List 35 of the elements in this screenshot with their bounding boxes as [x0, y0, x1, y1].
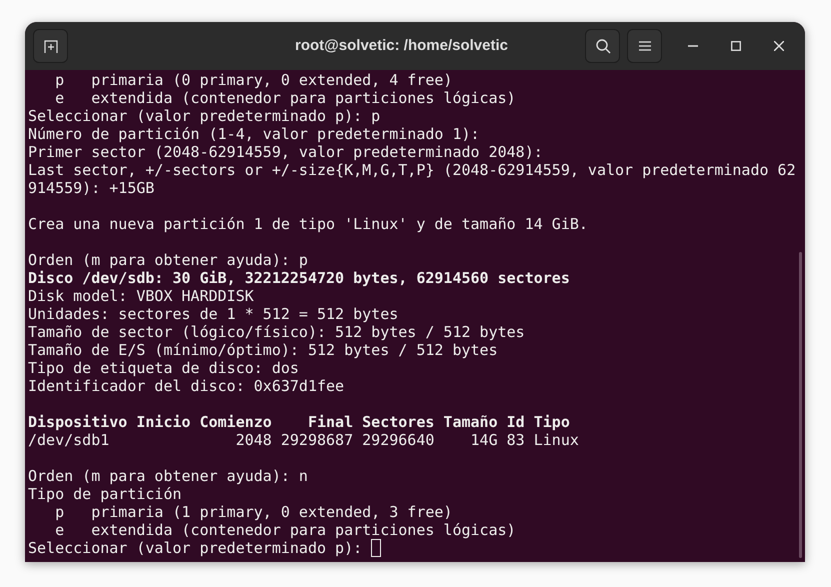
text-cursor — [371, 539, 382, 557]
terminal-line: p primaria (1 primary, 0 extended, 3 free) — [54, 503, 452, 521]
minimize-icon — [688, 45, 698, 47]
terminal-line: e extendida (contenedor para particiones lógicas) — [54, 521, 516, 539]
terminal-line: Disco /dev/sdb: 30 GiB, 32212254720 bytes, 62914560 sectores — [28, 269, 570, 287]
window-title: root@solvetic: /home/solvetic — [294, 36, 508, 56]
menu-button[interactable] — [627, 29, 662, 63]
terminal-line: e extendida (contenedor para particiones lógicas) — [54, 89, 516, 107]
maximize-icon — [731, 41, 741, 51]
terminal-line: Last sector, +/-sectors or +/-size{K,M,G,T,P} (2048-62914559, valor predeterminado 62 — [28, 161, 796, 179]
scrollbar-thumb[interactable] — [798, 252, 802, 558]
terminal-line: p primaria (0 primary, 0 extended, 4 free) — [54, 71, 452, 89]
search-button[interactable] — [585, 29, 620, 63]
terminal-line: Orden (m para obtener ayuda): p — [28, 251, 308, 269]
terminal-line: Unidades: sectores de 1 * 512 = 512 bytes — [28, 305, 398, 323]
terminal-line: Número de partición (1-4, valor predeterminado 1): — [28, 125, 480, 143]
terminal-line: Orden (m para obtener ayuda): n — [28, 467, 308, 485]
terminal-line: 914559): +15GB — [28, 179, 154, 197]
terminal-line: Seleccionar (valor predeterminado p): p — [28, 107, 380, 125]
search-icon — [594, 38, 610, 54]
close-icon — [774, 41, 784, 51]
menu-icon — [638, 41, 650, 51]
terminal-line: Identificador del disco: 0x637d1fee — [28, 377, 344, 395]
terminal-line: Crea una nueva partición 1 de tipo 'Linux' y de tamaño 14 GiB. — [28, 215, 588, 233]
new-tab-icon — [42, 38, 58, 54]
terminal-line: Tipo de partición — [28, 485, 182, 503]
terminal-line: /dev/sdb1 2048 29298687 29296640 14G 83 Linux — [28, 431, 579, 449]
terminal-line: Seleccionar (valor predeterminado p): — [28, 539, 364, 557]
terminal-line: Dispositivo Inicio Comienzo Final Sectores Tamaño Id Tipo — [28, 413, 570, 431]
terminal-line: Primer sector (2048-62914559, valor predeterminado 2048): — [28, 143, 543, 161]
new-tab-button[interactable] — [33, 29, 68, 63]
terminal-line: Tamaño de E/S (mínimo/óptimo): 512 bytes / 512 bytes — [28, 341, 498, 359]
terminal-line: Disk model: VBOX HARDDISK — [28, 287, 254, 305]
terminal-line: Tipo de etiqueta de disco: dos — [28, 359, 299, 377]
terminal-line: Tamaño de sector (lógico/físico): 512 bytes / 512 bytes — [28, 323, 525, 341]
